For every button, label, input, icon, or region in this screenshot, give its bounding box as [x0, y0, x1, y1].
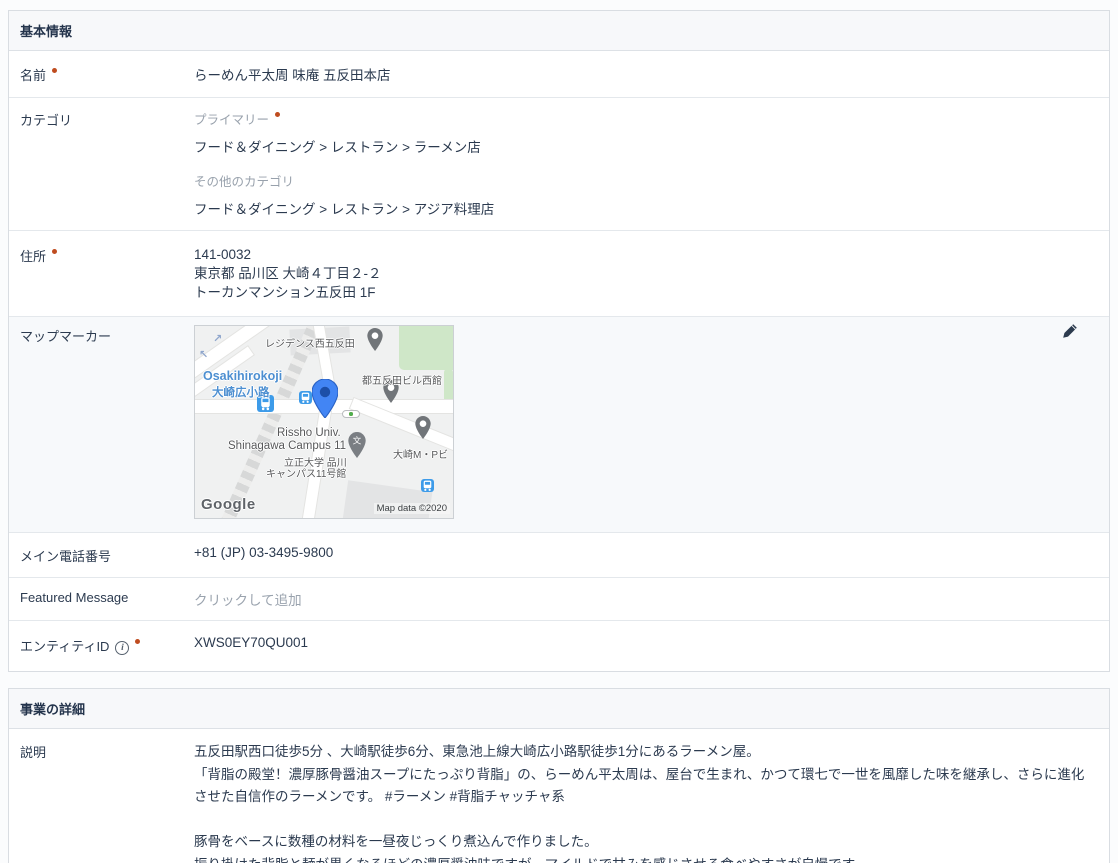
map-label-rissho-en2: Shinagawa Campus 11 [228, 440, 346, 452]
description-line: 「背脂の殿堂！濃厚豚骨醤油スープにたっぷり背脂」の、らーめん平太周は、屋台で生ま… [194, 764, 1093, 809]
business-details-card: 事業の詳細 説明 五反田駅西口徒歩5分 、大崎駅徒歩6分、東急池上線大崎広小路駅… [8, 688, 1110, 863]
poi-pin-icon [367, 328, 383, 351]
map-label-station-ja: 大崎広小路 [212, 384, 270, 400]
field-row-description: 説明 五反田駅西口徒歩5分 、大崎駅徒歩6分、東急池上線大崎広小路駅徒歩1分にあ… [9, 729, 1109, 863]
description-line: 豚骨をベースに数種の材料を一昼夜じっくり煮込んで作りました。 [194, 831, 1093, 854]
map-copyright: Map data ©2020 [374, 503, 450, 514]
description-line [194, 809, 1093, 832]
entity-id-label: エンティティID i [20, 635, 194, 655]
description-line: 五反田駅西口徒歩5分 、大崎駅徒歩6分、東急池上線大崎広小路駅徒歩1分にあるラー… [194, 741, 1093, 764]
basic-info-card: 基本情報 名前 らーめん平太周 味庵 五反田本店 カテゴリ プライマリー フード… [8, 10, 1110, 672]
map-label-station-en: Osakihirokoji [203, 369, 282, 383]
address-label-text: 住所 [20, 249, 46, 264]
other-categories-label: その他のカテゴリ [194, 171, 1093, 190]
traffic-light-icon [342, 410, 360, 418]
entity-id-value: XWS0EY70QU001 [194, 635, 1093, 655]
school-pin-icon: 文 [348, 432, 366, 458]
address-label: 住所 [20, 245, 194, 302]
field-row-address: 住所 141-0032 東京都 品川区 大崎４丁目２-２ トーカンマンション五反… [9, 231, 1109, 317]
basic-info-header: 基本情報 [9, 11, 1109, 51]
bus-stop-icon [421, 479, 434, 492]
address-postal-code: 141-0032 [194, 245, 1093, 264]
entity-edit-page: 基本情報 名前 らーめん平太周 味庵 五反田本店 カテゴリ プライマリー フード… [0, 10, 1118, 863]
address-line: 東京都 品川区 大崎４丁目２-２ [194, 264, 1093, 283]
phone-label: メイン電話番号 [20, 545, 194, 565]
business-details-title: 事業の詳細 [20, 702, 85, 717]
other-category-value[interactable]: フード＆ダイニング > レストラン > アジア料理店 [194, 198, 1093, 218]
poi-pin-icon [415, 416, 431, 439]
map-marker-field: ↗ ↖ 文 [194, 325, 1093, 519]
name-field[interactable]: らーめん平太周 味庵 五反田本店 [194, 64, 1093, 84]
bus-stop-icon [299, 391, 312, 404]
category-field: プライマリー フード＆ダイニング > レストラン > ラーメン店 その他のカテゴ… [194, 109, 1093, 218]
primary-category-label: プライマリー [194, 109, 1093, 128]
map-marker-label: マップマーカー [20, 325, 194, 519]
map-label-building-west: 都五反田ビル西館 [362, 372, 442, 387]
required-dot [275, 112, 280, 117]
google-logo: Google [201, 496, 256, 513]
description-field[interactable]: 五反田駅西口徒歩5分 、大崎駅徒歩6分、東急池上線大崎広小路駅徒歩1分にあるラー… [194, 741, 1093, 863]
svg-text:文: 文 [353, 435, 362, 446]
name-label-text: 名前 [20, 68, 46, 83]
field-row-name: 名前 らーめん平太周 味庵 五反田本店 [9, 51, 1109, 98]
field-row-map-marker: マップマーカー ↗ ↖ [9, 317, 1109, 533]
primary-category-value[interactable]: フード＆ダイニング > レストラン > ラーメン店 [194, 136, 1093, 156]
basic-info-title: 基本情報 [20, 24, 72, 39]
address-field[interactable]: 141-0032 東京都 品川区 大崎４丁目２-２ トーカンマンション五反田 1… [194, 245, 1093, 302]
map-direction-arrow-icon: ↖ [199, 348, 208, 361]
category-label: カテゴリ [20, 109, 194, 218]
map-thumbnail[interactable]: ↗ ↖ 文 [194, 325, 454, 519]
featured-message-add[interactable]: クリックして追加 [194, 589, 1093, 609]
phone-field[interactable]: +81 (JP) 03-3495-9800 [194, 545, 1093, 565]
map-label-rissho-ja2: キャンパス11号館 [266, 465, 346, 480]
map-label-rissho-en1: Rissho Univ. [277, 427, 341, 439]
edit-map-marker-button[interactable] [1061, 323, 1079, 341]
map-label-residence: レジデンス西五反田 [265, 335, 355, 350]
map-park-area [399, 325, 454, 370]
required-dot [135, 639, 140, 644]
description-label: 説明 [20, 741, 194, 863]
address-building: トーカンマンション五反田 1F [194, 283, 1093, 302]
featured-message-label: Featured Message [20, 589, 194, 609]
name-label: 名前 [20, 64, 194, 84]
info-icon[interactable]: i [115, 641, 129, 655]
field-row-featured-message: Featured Message クリックして追加 [9, 578, 1109, 621]
pencil-icon [1062, 323, 1078, 339]
required-dot [52, 249, 57, 254]
map-label-osaki-mp: 大崎M・Pビ [393, 446, 448, 461]
field-row-entity-id: エンティティID i XWS0EY70QU001 [9, 621, 1109, 671]
field-row-category: カテゴリ プライマリー フード＆ダイニング > レストラン > ラーメン店 その… [9, 98, 1109, 231]
primary-category-label-text: プライマリー [194, 113, 269, 127]
business-details-header: 事業の詳細 [9, 689, 1109, 729]
description-line: 振り掛けた背脂と麺が黒くなるほどの濃厚醤油味ですが、マイルドで甘みを感じさせる食… [194, 854, 1093, 863]
map-marker-pin-icon [312, 379, 338, 418]
entity-id-label-text: エンティティID [20, 639, 109, 654]
field-row-phone: メイン電話番号 +81 (JP) 03-3495-9800 [9, 533, 1109, 578]
map-direction-arrow-icon: ↗ [213, 332, 222, 345]
required-dot [52, 68, 57, 73]
